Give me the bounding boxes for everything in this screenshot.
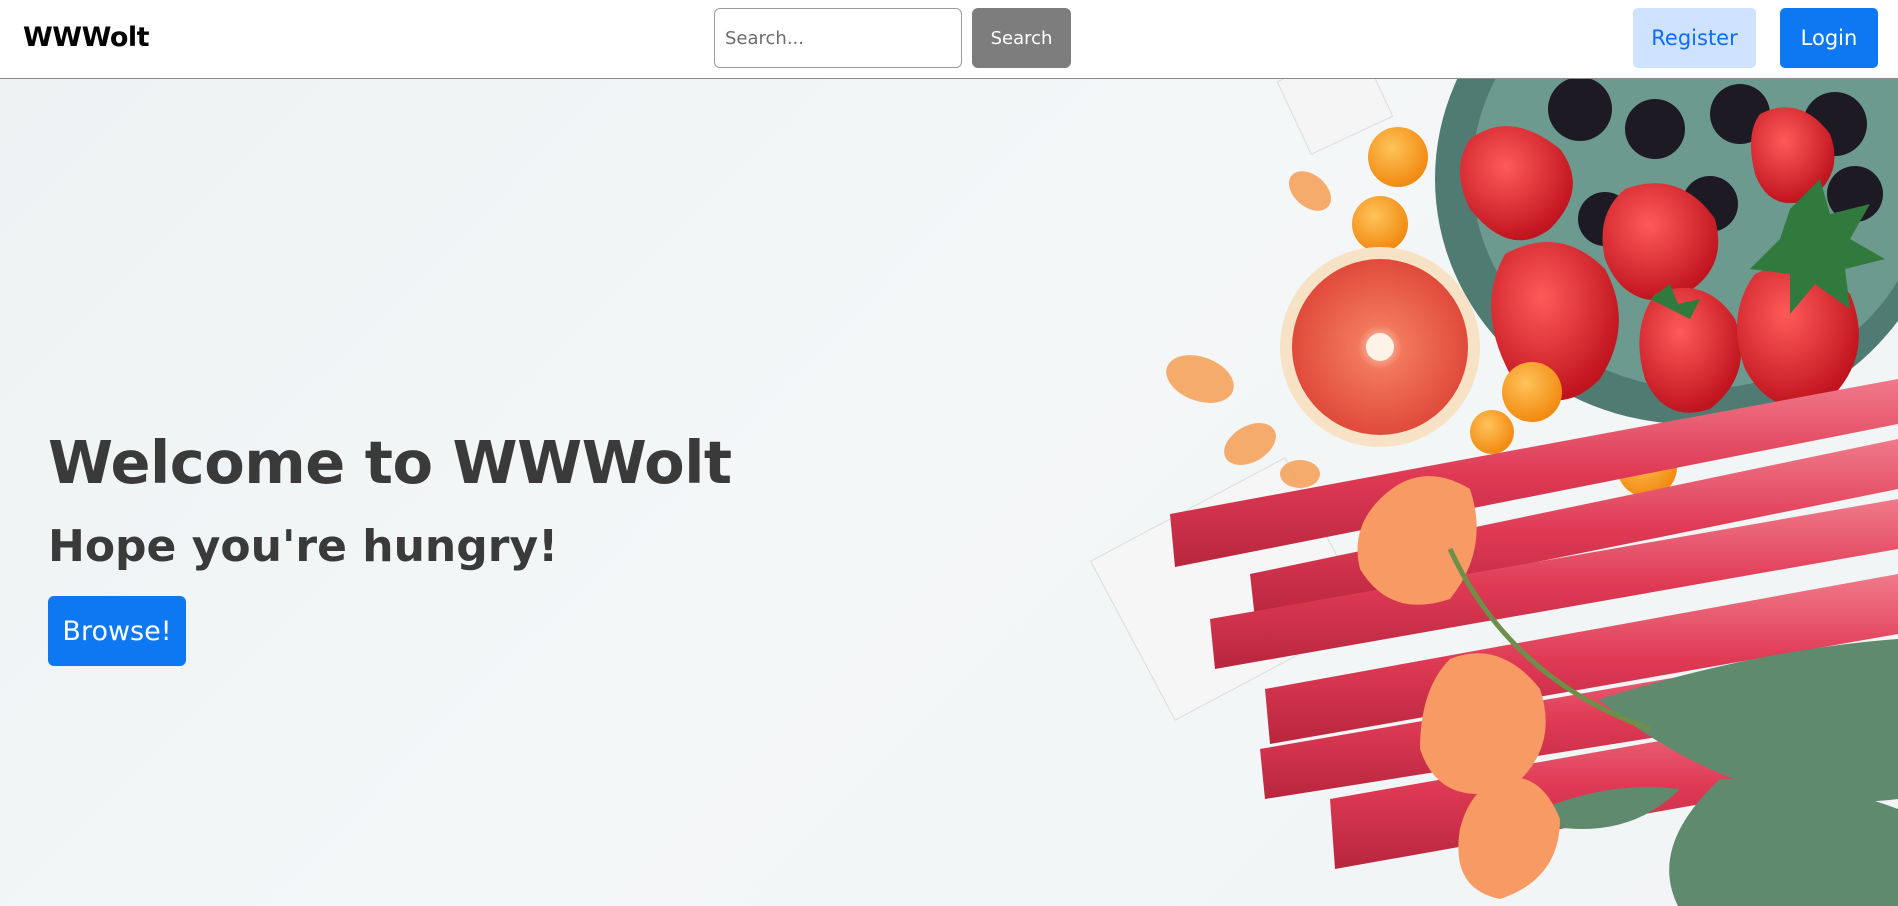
navbar: WWWolt Search Register Login xyxy=(0,0,1898,79)
register-button[interactable]: Register xyxy=(1633,8,1756,68)
search-input[interactable] xyxy=(714,8,962,68)
search-button[interactable]: Search xyxy=(972,8,1071,68)
hero-section: Welcome to WWWolt Hope you're hungry! Br… xyxy=(0,79,1898,906)
browse-button[interactable]: Browse! xyxy=(48,596,186,666)
brand-logo[interactable]: WWWolt xyxy=(23,22,150,53)
hero-subtitle: Hope you're hungry! xyxy=(48,521,559,572)
login-button[interactable]: Login xyxy=(1780,8,1878,68)
hero-title: Welcome to WWWolt xyxy=(48,428,732,497)
